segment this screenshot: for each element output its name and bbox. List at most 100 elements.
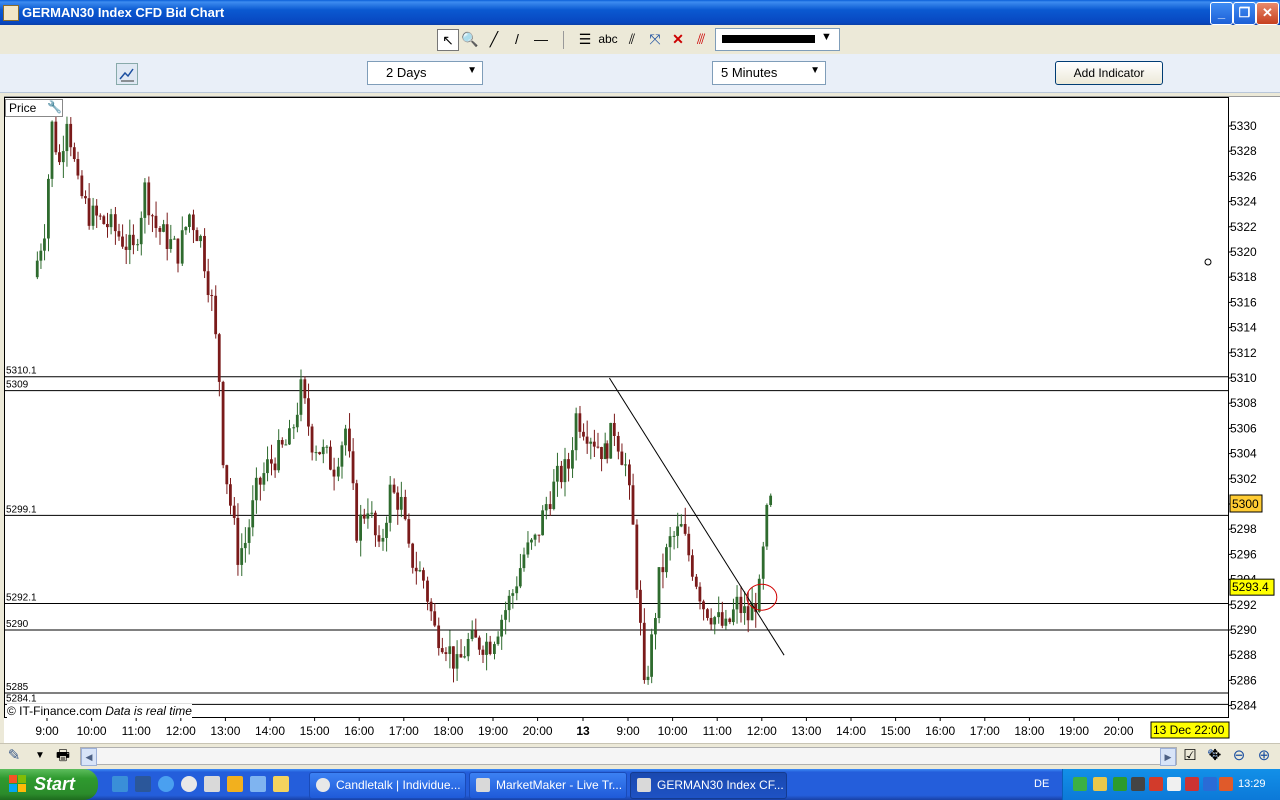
candle-body <box>485 641 488 655</box>
x-axis-tick-label: 19:00 <box>478 724 508 738</box>
candle-body <box>321 446 325 455</box>
candle-body <box>221 381 225 466</box>
quicklaunch-mail-icon[interactable] <box>250 776 266 792</box>
quicklaunch-desktop-icon[interactable] <box>112 776 128 792</box>
tray-monitor-icon[interactable] <box>1131 777 1145 791</box>
zoom-icon[interactable]: 🔍 <box>460 29 480 49</box>
candle-body <box>191 214 195 231</box>
y-axis-tick-label: 5296 <box>1230 547 1257 561</box>
tray-network-icon[interactable] <box>1073 777 1087 791</box>
crosshair-icon[interactable]: ⤧ <box>645 29 665 49</box>
chart-canvas[interactable]: 5310.1 5309 5299.1 5292.1 5290 52855284.1 5284… <box>4 97 1280 744</box>
candle-body <box>109 214 113 228</box>
quicklaunch-ie-icon[interactable] <box>158 776 174 792</box>
price-chart[interactable]: 5310.1 5309 5299.1 5292.1 5290 5285 5284.1 5284… <box>4 96 1280 744</box>
horizontal-line-label: 5292.1 <box>6 593 37 604</box>
quicklaunch-browser-icon[interactable] <box>181 776 197 792</box>
candle-body <box>654 618 657 635</box>
quicklaunch-marketmaker-icon[interactable] <box>204 776 220 792</box>
dropdown-icon[interactable]: ▼ <box>30 746 50 766</box>
tray-volume-icon[interactable] <box>1167 777 1181 791</box>
candle-body <box>366 513 370 519</box>
candle-body <box>199 235 202 242</box>
candle-body <box>277 440 280 471</box>
realtime-note: Data is real time <box>105 704 192 718</box>
scroll-left-icon[interactable]: ◀ <box>81 748 97 766</box>
task-german30-chart[interactable]: GERMAN30 Index CF... <box>630 772 787 799</box>
trendline-icon[interactable]: / <box>507 29 527 49</box>
line-color-select[interactable]: ▼ <box>715 28 840 51</box>
candle-body <box>724 618 728 626</box>
text-tool-icon[interactable]: abc <box>598 29 618 49</box>
candle-body <box>247 527 251 543</box>
interval-select[interactable]: 5 Minutes ▼ <box>712 61 826 85</box>
fibonacci-icon[interactable]: ☰ <box>575 29 595 49</box>
horizontal-line-label: 5285 <box>6 682 29 693</box>
close-button[interactable]: ✕ <box>1256 2 1279 25</box>
line-icon[interactable]: ╱ <box>484 29 504 49</box>
quicklaunch-word-icon[interactable] <box>135 776 151 792</box>
trendline <box>608 377 785 656</box>
x-axis-tick-label: 12:00 <box>166 724 196 738</box>
erase-all-icon[interactable]: ⫻ <box>691 29 711 49</box>
zoom-in-icon[interactable]: ⊕ <box>1254 746 1274 766</box>
candle-body <box>466 638 470 657</box>
candle-body <box>522 554 526 569</box>
minimize-button[interactable]: _ <box>1210 2 1233 25</box>
candle-body <box>106 223 109 228</box>
candle-body <box>295 414 299 428</box>
chart-properties-icon[interactable] <box>116 63 138 85</box>
candle-body <box>530 539 533 543</box>
candle-body <box>746 606 750 621</box>
current-price-label: 5300 <box>1232 497 1259 511</box>
quicklaunch-folder-icon[interactable] <box>273 776 289 792</box>
pan-icon[interactable]: ✥ <box>1205 746 1225 766</box>
candle-body <box>433 611 437 626</box>
candle-body <box>426 580 429 602</box>
pin-icon[interactable]: ✎ <box>4 746 24 766</box>
tray-alert-icon[interactable] <box>1149 777 1163 791</box>
tray-security-icon[interactable] <box>1113 777 1127 791</box>
candle-body <box>620 451 624 465</box>
channel-icon[interactable]: ⫽ <box>622 29 642 49</box>
horizontal-line-label: 5284.1 <box>6 693 37 704</box>
tray-app-icon[interactable] <box>1093 777 1107 791</box>
tray-info-icon[interactable] <box>1203 777 1217 791</box>
delete-icon[interactable]: ✕ <box>668 29 688 49</box>
candle-body <box>544 504 548 511</box>
horizontal-line-icon[interactable]: — <box>531 29 551 49</box>
zoom-out-icon[interactable]: ⊖ <box>1229 746 1249 766</box>
scroll-right-icon[interactable]: ▶ <box>1160 748 1176 766</box>
task-marketmaker[interactable]: MarketMaker - Live Tr... <box>469 772 627 799</box>
candle-body <box>515 586 519 594</box>
candle-body <box>236 517 240 565</box>
tray-tool-icon[interactable] <box>1185 777 1199 791</box>
period-select[interactable]: 2 Days ▼ <box>367 61 483 85</box>
price-panel-tab[interactable]: Price 🔧 <box>5 99 63 117</box>
wrench-icon[interactable]: 🔧 <box>47 100 62 114</box>
candle-body <box>340 445 344 467</box>
candle-body <box>266 459 269 474</box>
candle-body <box>147 182 151 216</box>
candle-body <box>679 524 683 527</box>
horizontal-scrollbar[interactable]: ◀ ▶ <box>80 747 1177 766</box>
candle-body <box>50 121 54 179</box>
task-candletalk[interactable]: Candletalk | Individue... <box>309 772 466 799</box>
add-indicator-button[interactable]: Add Indicator <box>1055 61 1163 85</box>
cursor-icon[interactable]: ↖ <box>437 29 459 51</box>
tray-update-icon[interactable] <box>1219 777 1233 791</box>
checkbox-icon[interactable]: ☑ <box>1180 746 1200 766</box>
marketmaker-icon <box>637 778 651 792</box>
quicklaunch-app-icon[interactable] <box>227 776 243 792</box>
interval-value: 5 Minutes <box>721 65 778 80</box>
language-indicator[interactable]: DE <box>1034 778 1049 790</box>
print-icon[interactable]: 🖶 <box>53 746 73 766</box>
drawing-toolbar: ↖ 🔍 ╱ / — ☰ abc ⫽ ⤧ ✕ ⫻ ▼ <box>0 25 1280 55</box>
start-button[interactable]: Start <box>0 769 98 800</box>
candle-body <box>102 216 106 224</box>
candle-body <box>668 536 672 548</box>
y-axis-tick-label: 5316 <box>1230 295 1257 309</box>
candle-body <box>731 609 735 623</box>
candle-body <box>172 238 176 240</box>
maximize-button[interactable]: ❐ <box>1233 2 1256 25</box>
